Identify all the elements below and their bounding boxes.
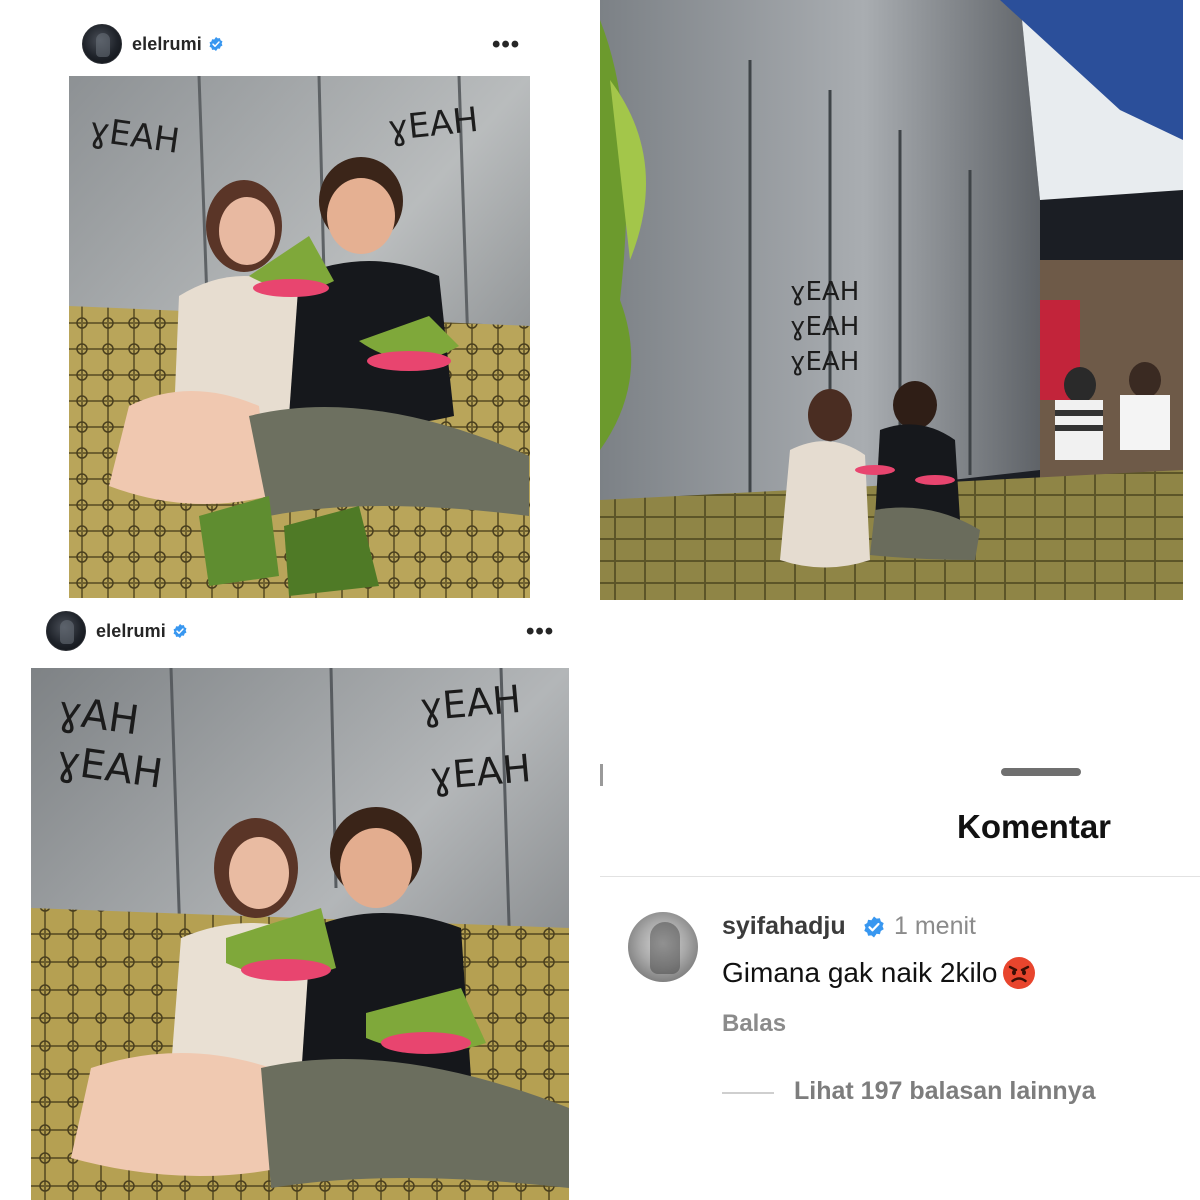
more-options-icon[interactable]: •••	[492, 33, 520, 57]
post-header-2: elelrumi	[46, 611, 188, 651]
divider	[600, 876, 1200, 877]
couple-pouting-photo: ɣAH ɣEAH ɣEAH ɣEAH	[31, 668, 569, 1200]
comment-text-row: Gimana gak naik 2kilo	[722, 955, 1037, 991]
verified-badge-icon	[173, 624, 187, 638]
comment-username[interactable]: syifahadju	[722, 912, 846, 941]
svg-text:ɣEAH: ɣEAH	[428, 746, 533, 799]
username[interactable]: elelrumi	[132, 34, 202, 55]
view-replies-button[interactable]: Lihat 197 balasan lainnya	[794, 1077, 1096, 1106]
divider	[600, 764, 603, 786]
svg-text:ɣEAH: ɣEAH	[790, 277, 859, 307]
comment-timestamp: 1 menit	[894, 912, 976, 940]
drag-handle[interactable]	[1001, 768, 1081, 776]
avatar[interactable]	[628, 912, 698, 982]
svg-text:ɣEAH: ɣEAH	[418, 677, 523, 730]
verified-badge-icon	[209, 37, 223, 51]
couple-eating-photo: ɣEAH ɣEAH	[69, 76, 530, 598]
svg-text:ɣEAH: ɣEAH	[790, 347, 859, 377]
verified-badge-icon	[864, 916, 884, 938]
post-photo-1[interactable]: ɣEAH ɣEAH	[69, 76, 530, 598]
street-food-photo: ɣEAH ɣEAH ɣEAH	[600, 0, 1183, 600]
comment-text: Gimana gak naik 2kilo	[722, 957, 998, 988]
reply-button[interactable]: Balas	[722, 1010, 786, 1038]
divider	[722, 1092, 774, 1094]
username[interactable]: elelrumi	[96, 621, 166, 642]
post-photo-2[interactable]: ɣEAH ɣEAH ɣEAH	[600, 0, 1183, 600]
comments-title: Komentar	[957, 808, 1112, 845]
svg-text:ɣEAH: ɣEAH	[790, 312, 859, 342]
more-options-icon[interactable]: •••	[526, 620, 554, 644]
angry-face-emoji-icon	[1003, 957, 1036, 989]
post-photo-3[interactable]: ɣAH ɣEAH ɣEAH ɣEAH	[31, 668, 569, 1200]
avatar[interactable]	[82, 24, 122, 64]
avatar[interactable]	[46, 611, 86, 651]
post-header-1: elelrumi	[82, 24, 224, 64]
